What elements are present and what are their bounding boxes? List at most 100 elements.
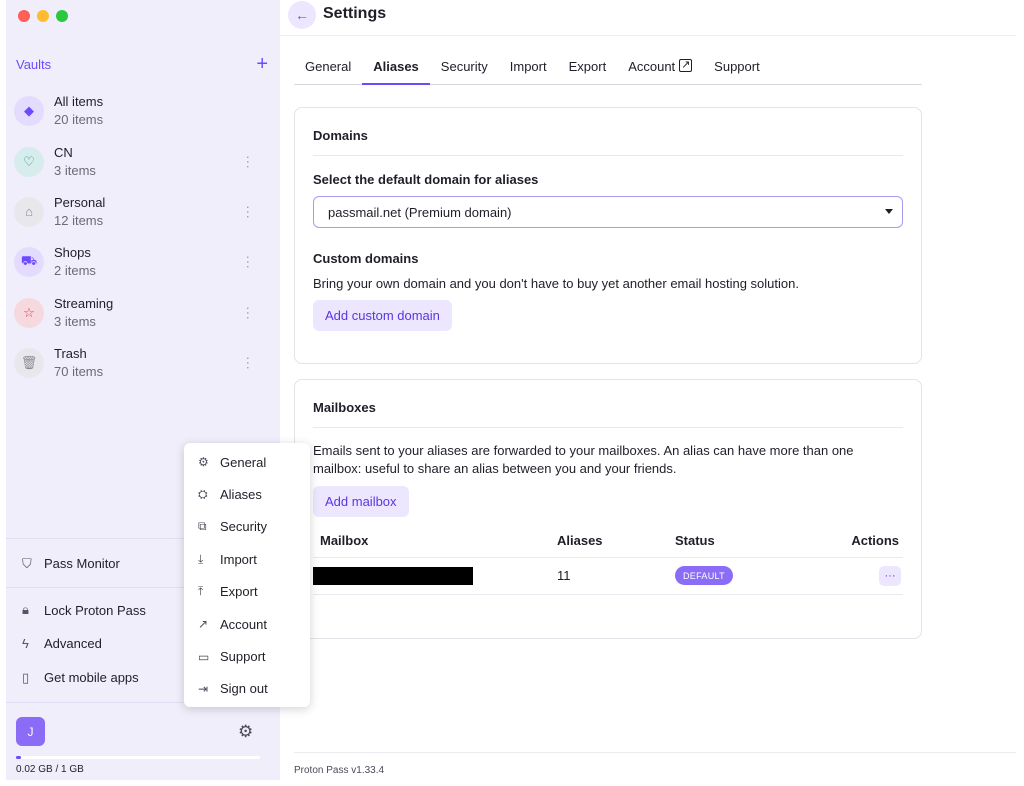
settings-tabs: General Aliases Security Import Export A…	[294, 59, 922, 85]
column-header-aliases: Aliases	[557, 533, 603, 548]
top-bar: ← Settings	[280, 0, 1016, 36]
trash-icon: 🗑	[14, 348, 44, 379]
external-link-icon: ↗	[679, 59, 693, 72]
vault-name: All items	[54, 94, 104, 110]
menu-item-support[interactable]: ▭ Support	[184, 640, 310, 672]
storage-bar	[16, 756, 260, 759]
vault-options-icon[interactable]: ···	[241, 255, 257, 269]
back-arrow-icon[interactable]: ←	[288, 1, 316, 29]
menu-item-import[interactable]: ⤓ Import	[184, 543, 310, 575]
sidebar-item-label: Advanced	[44, 636, 102, 652]
status-badge: DEFAULT	[675, 566, 733, 585]
vault-options-icon[interactable]: ···	[241, 356, 257, 370]
vault-count: 20 items	[54, 112, 104, 128]
tab-aliases[interactable]: Aliases	[362, 59, 430, 85]
menu-item-label: Import	[220, 551, 257, 567]
sidebar-item-label: Get mobile apps	[44, 670, 139, 686]
mailboxes-description-line2: mailbox: useful to share an alias betwee…	[313, 461, 677, 476]
menu-item-export[interactable]: ⤒ Export	[184, 576, 310, 608]
vault-item-trash[interactable]: 🗑 Trash 70 items ···	[14, 338, 266, 388]
sign-out-icon: ⇥	[198, 681, 209, 696]
vault-name: Shops	[54, 245, 91, 261]
page-title: Settings	[323, 5, 387, 22]
home-icon: ⌂	[14, 196, 44, 227]
tab-export[interactable]: Export	[558, 59, 618, 85]
vault-options-icon[interactable]: ···	[241, 205, 257, 219]
menu-item-aliases[interactable]: ⛭ Aliases	[184, 478, 310, 510]
tab-label: Account	[628, 59, 676, 74]
star-icon: ☆	[14, 297, 44, 328]
vault-item-shops[interactable]: ⛟ Shops 2 items ···	[14, 237, 266, 287]
caret-down-icon	[885, 209, 893, 214]
vault-name: CN	[54, 144, 73, 160]
mailbox-email-redacted	[313, 567, 473, 585]
divider	[313, 427, 903, 428]
menu-item-label: Aliases	[220, 487, 262, 503]
sidebar-item-label: Lock Proton Pass	[44, 602, 146, 618]
mailboxes-card: Mailboxes Emails sent to your aliases ar…	[294, 379, 922, 639]
avatar[interactable]: J	[16, 717, 45, 746]
tab-security[interactable]: Security	[430, 59, 499, 85]
custom-domains-title: Custom domains	[313, 251, 419, 266]
chat-icon: ▭	[198, 649, 210, 664]
footer-divider	[294, 752, 1016, 753]
add-vault-icon[interactable]: +	[256, 54, 268, 74]
maximize-window-button[interactable]	[56, 10, 68, 22]
column-header-status: Status	[675, 533, 715, 548]
vault-options-icon[interactable]: ···	[241, 155, 257, 169]
domains-title: Domains	[313, 128, 368, 143]
domains-card: Domains Select the default domain for al…	[294, 107, 922, 364]
main-panel: ← Settings General Aliases Security Impo…	[280, 0, 1016, 780]
tab-support[interactable]: Support	[703, 59, 771, 85]
menu-item-label: Support	[220, 649, 266, 665]
alias-count: 11	[557, 568, 571, 583]
user-section: J ⚙ 0.02 GB / 1 GB	[6, 702, 280, 780]
add-mailbox-button[interactable]: Add mailbox	[313, 486, 409, 517]
vault-count: 70 items	[54, 364, 104, 380]
tab-account[interactable]: Account ↗	[617, 59, 703, 85]
default-domain-select[interactable]: passmail.net (Premium domain)	[313, 196, 903, 228]
alias-icon: ⛭	[198, 487, 208, 502]
vault-item-all-items[interactable]: ◆ All items 20 items	[14, 86, 266, 136]
vault-item-personal[interactable]: ⌂ Personal 12 items ···	[14, 187, 266, 237]
phone-icon: ▯	[22, 669, 30, 685]
tab-import[interactable]: Import	[499, 59, 558, 85]
vault-item-streaming[interactable]: ☆ Streaming 3 items ···	[14, 288, 266, 338]
custom-domains-description: Bring your own domain and you don't have…	[313, 276, 799, 291]
mailboxes-title: Mailboxes	[313, 400, 376, 415]
table-row-divider	[313, 594, 903, 595]
settings-gear-icon[interactable]: ⚙	[238, 722, 253, 742]
vault-count: 2 items	[54, 263, 96, 279]
storage-fill	[16, 756, 21, 759]
vault-item-cn[interactable]: ♡ CN 3 items ···	[14, 136, 266, 186]
import-icon: ⤓	[198, 551, 204, 566]
vault-name: Personal	[54, 194, 106, 210]
export-icon: ⤒	[198, 584, 204, 599]
menu-item-account[interactable]: ↗ Account	[184, 608, 310, 640]
cart-icon: ⛟	[14, 247, 44, 278]
menu-item-label: Export	[220, 584, 258, 600]
tab-general[interactable]: General	[294, 59, 362, 85]
settings-popup-menu: ⚙ General ⛭ Aliases ⧉ Security ⤓ Import …	[184, 443, 310, 707]
add-custom-domain-button[interactable]: Add custom domain	[313, 300, 452, 331]
external-link-icon: ↗	[198, 617, 209, 632]
shield-check-icon: ⛉	[22, 555, 32, 571]
security-icon: ⧉	[198, 519, 207, 534]
mailboxes-description-line1: Emails sent to your aliases are forwarde…	[313, 443, 854, 458]
menu-item-general[interactable]: ⚙ General	[184, 446, 310, 478]
gear-icon: ⚙	[198, 455, 209, 470]
menu-item-security[interactable]: ⧉ Security	[184, 511, 310, 543]
lock-icon: 🔒︎	[22, 602, 29, 618]
menu-item-sign-out[interactable]: ⇥ Sign out	[184, 673, 310, 705]
bolt-icon: ϟ	[22, 636, 29, 652]
close-window-button[interactable]	[18, 10, 30, 22]
vault-name: Trash	[54, 346, 87, 362]
table-header-divider	[313, 557, 903, 558]
row-actions-button[interactable]: ···	[879, 566, 901, 586]
minimize-window-button[interactable]	[37, 10, 49, 22]
heart-icon: ♡	[14, 146, 44, 177]
vault-list: ◆ All items 20 items ♡ CN 3 items ··· ⌂ …	[14, 86, 266, 388]
vault-options-icon[interactable]: ···	[241, 306, 257, 320]
vault-count: 3 items	[54, 313, 96, 329]
default-domain-label: Select the default domain for aliases	[313, 172, 539, 187]
